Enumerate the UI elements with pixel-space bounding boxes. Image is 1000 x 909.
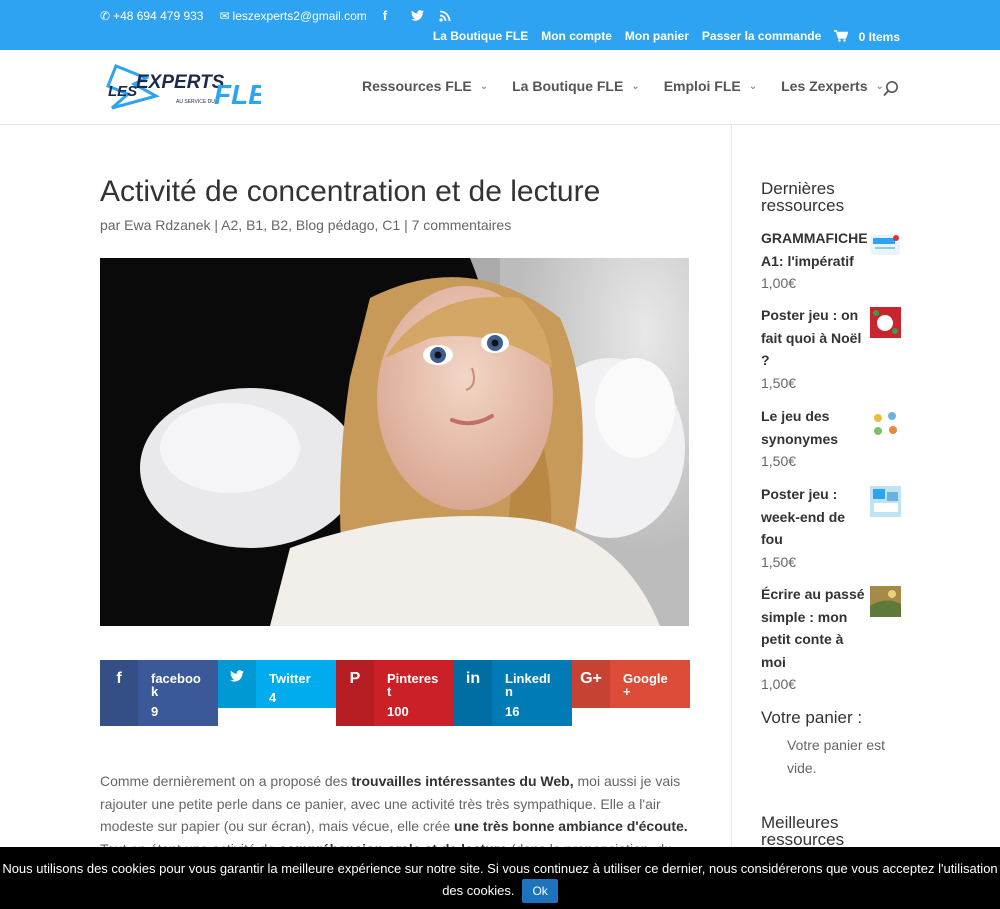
linkedin-icon: in <box>454 660 492 726</box>
email-link[interactable]: ✉ leszexperts2@gmail.com <box>219 9 366 23</box>
product-price: 1,50€ <box>761 453 797 469</box>
product-thumbnail[interactable] <box>870 230 901 261</box>
nav-label: Ressources FLE <box>362 78 472 94</box>
share-label: LinkedIn <box>505 671 551 699</box>
share-linkedin-button[interactable]: in LinkedIn 16 <box>454 660 572 726</box>
nav-ressources-fle[interactable]: Ressources FLE ⌄ <box>362 78 488 94</box>
text: Comme dernièrement on a proposé des <box>100 773 352 789</box>
site-header: LES EXPERTS FLE AU SERVICE DU Ressources… <box>0 50 1000 125</box>
site-logo[interactable]: LES EXPERTS FLE AU SERVICE DU <box>106 62 268 112</box>
phone-icon: ✆ <box>100 8 111 23</box>
product-name[interactable]: Écrire au passé simple : mon petit conte… <box>761 583 866 673</box>
product-item[interactable]: Poster jeu : week-end de fou 1,50€ <box>761 483 901 573</box>
share-twitter-button[interactable]: Twitter 4 <box>218 660 336 708</box>
meta-separator: | <box>404 217 408 233</box>
top-link-commande[interactable]: Passer la commande <box>702 29 821 44</box>
sidebar-divider <box>731 125 732 909</box>
featured-image <box>100 258 689 626</box>
product-price: 1,00€ <box>761 676 797 692</box>
share-count: 4 <box>269 690 277 705</box>
top-links: La Boutique FLE Mon compte Mon panier Pa… <box>433 29 900 44</box>
logo-tagline: AU SERVICE DU <box>176 99 215 105</box>
chevron-down-icon: ⌄ <box>748 80 758 92</box>
chevron-down-icon: ⌄ <box>479 80 489 92</box>
share-count: 100 <box>387 704 409 719</box>
share-label: Google+ <box>623 671 668 699</box>
cart-icon <box>834 30 849 42</box>
product-item[interactable]: Le jeu des synonymes 1,50€ <box>761 405 901 473</box>
share-googleplus-button[interactable]: G+ Google+ <box>572 660 690 708</box>
social-links: f <box>383 8 453 23</box>
googleplus-icon: G+ <box>572 660 610 708</box>
widget-title-best: Meilleures ressources <box>761 813 845 849</box>
meta-separator: | <box>214 217 219 233</box>
product-name[interactable]: Le jeu des synonymes <box>761 405 866 450</box>
product-thumbnail[interactable] <box>870 408 901 439</box>
product-item[interactable]: Poster jeu : on fait quoi à Noël ? 1,50€ <box>761 304 901 394</box>
nav-label: Emploi FLE <box>663 78 741 94</box>
share-pinterest-button[interactable]: P Pinterest 100 <box>336 660 454 726</box>
bold-text: une très bonne ambiance d'écoute. <box>454 818 688 834</box>
nav-boutique-fle[interactable]: La Boutique FLE ⌄ <box>512 78 640 94</box>
author-link[interactable]: Ewa Rdzanek <box>124 217 210 233</box>
logo-text-fle: FLE <box>214 79 261 110</box>
product-thumbnail[interactable] <box>870 586 901 617</box>
product-thumbnail[interactable] <box>870 307 901 338</box>
product-item[interactable]: Écrire au passé simple : mon petit conte… <box>761 583 901 696</box>
product-name[interactable]: Poster jeu : week-end de fou <box>761 483 866 551</box>
email-address: leszexperts2@gmail.com <box>232 8 367 23</box>
nav-label: La Boutique FLE <box>512 78 624 94</box>
share-label: Pinterest <box>387 671 439 699</box>
twitter-icon <box>218 660 256 708</box>
top-link-boutique[interactable]: La Boutique FLE <box>433 29 528 44</box>
meta-prefix: par <box>100 217 121 233</box>
logo-text-experts: EXPERTS <box>136 72 225 93</box>
share-facebook-button[interactable]: f facebook 9 <box>100 660 218 726</box>
cookie-banner: Nous utilisons des cookies pour vous gar… <box>0 847 1000 909</box>
post-title: Activité de concentration et de lecture <box>100 175 601 208</box>
logo-text-les: LES <box>108 83 137 100</box>
envelope-icon: ✉ <box>219 8 230 23</box>
top-link-mon-compte[interactable]: Mon compte <box>541 29 612 44</box>
pinterest-icon: P <box>336 660 374 726</box>
cart-link[interactable]: 0 Items <box>834 29 900 44</box>
nav-label: Les Zexperts <box>781 78 868 94</box>
nav-les-zexperts[interactable]: Les Zexperts ⌄ <box>781 78 884 94</box>
cookie-ok-button[interactable]: Ok <box>522 879 558 903</box>
nav-emploi-fle[interactable]: Emploi FLE ⌄ <box>664 78 757 94</box>
comments-link[interactable]: 7 commentaires <box>412 217 512 233</box>
top-bar: ✆ +48 694 479 933 ✉ leszexperts2@gmail.c… <box>0 0 1000 50</box>
social-share-bar: f facebook 9 Twitter 4 P Pinterest 100 i… <box>100 660 690 726</box>
product-price: 1,50€ <box>761 553 797 570</box>
rss-icon[interactable] <box>439 10 453 22</box>
cookie-text: Nous utilisons des cookies pour vous gar… <box>2 861 998 898</box>
contact-info: ✆ +48 694 479 933 ✉ leszexperts2@gmail.c… <box>100 8 453 23</box>
main-nav: Ressources FLE ⌄ La Boutique FLE ⌄ Emploi … <box>362 78 884 94</box>
share-label: facebook <box>151 671 201 699</box>
share-label: Twitter <box>269 671 311 686</box>
facebook-icon: f <box>100 660 138 726</box>
product-name[interactable]: GRAMMAFICHE A1: l'impératif <box>761 227 868 272</box>
post-meta: par Ewa Rdzanek | A2, B1, B2, Blog pédag… <box>100 217 511 233</box>
share-count: 16 <box>505 704 520 719</box>
link-trouvailles[interactable]: trouvailles intéressantes du Web, <box>351 773 573 789</box>
chevron-down-icon: ⌄ <box>631 80 640 92</box>
product-thumbnail[interactable] <box>870 486 901 517</box>
top-link-mon-panier[interactable]: Mon panier <box>625 29 689 44</box>
phone-number: +48 694 479 933 <box>113 8 204 23</box>
product-name[interactable]: Poster jeu : on fait quoi à Noël ? <box>761 304 866 372</box>
phone-link[interactable]: ✆ +48 694 479 933 <box>100 9 203 23</box>
product-price: 1,50€ <box>761 374 797 391</box>
widget-title-cart: Votre panier : <box>761 708 863 727</box>
share-count: 9 <box>151 704 159 719</box>
product-price: 1,00€ <box>761 275 797 291</box>
cart-empty-message: Votre panier est vide. <box>787 737 886 776</box>
category-links[interactable]: A2, B1, B2, Blog pédago, C1 <box>221 217 400 233</box>
cart-count: 0 Items <box>858 30 900 44</box>
widget-title-recent: Dernières ressources <box>761 179 845 215</box>
twitter-icon[interactable] <box>410 10 425 21</box>
product-item[interactable]: GRAMMAFICHE A1: l'impératif 1,00€ <box>761 227 901 295</box>
facebook-icon[interactable]: f <box>383 8 397 23</box>
search-icon[interactable] <box>882 80 900 98</box>
